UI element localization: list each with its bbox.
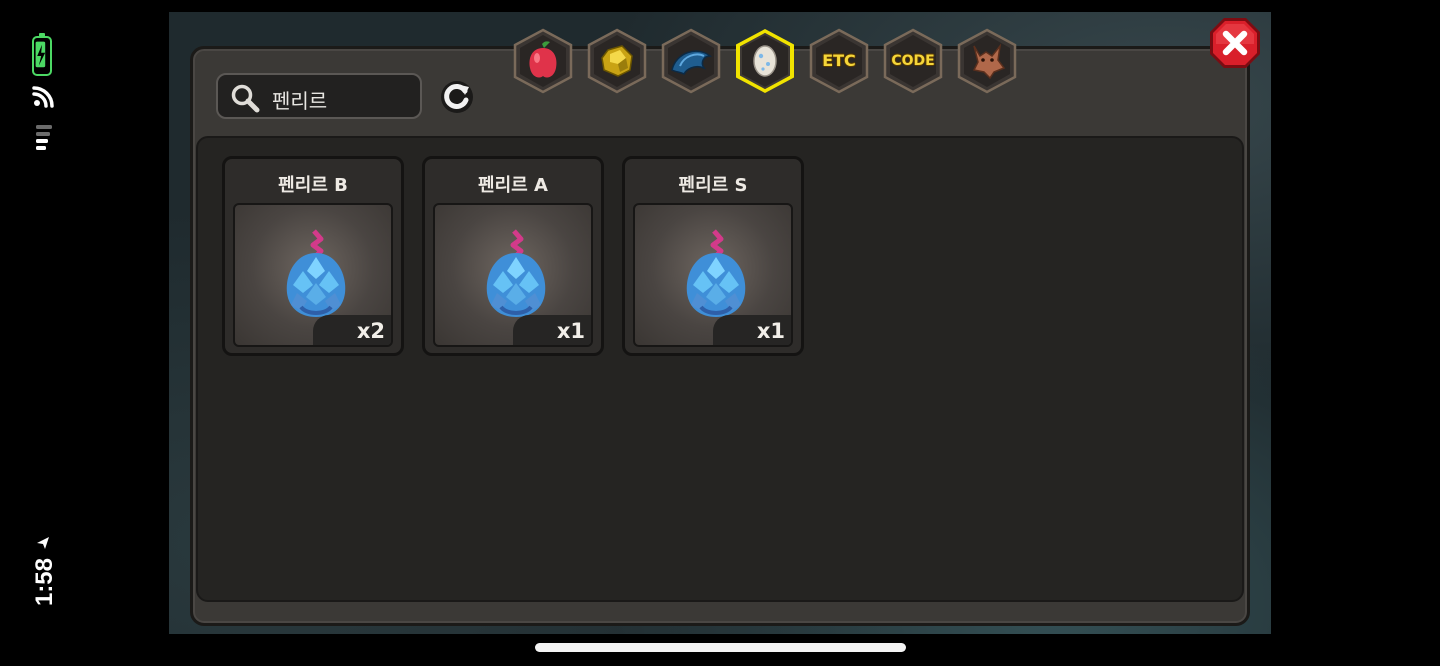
cellular-signal-icon	[36, 125, 52, 150]
tab-egg[interactable]	[732, 28, 798, 94]
tab-etc[interactable]: ETC	[806, 28, 872, 94]
item-image: x1	[633, 203, 793, 347]
item-card[interactable]: 펜리르 B x2	[222, 156, 404, 356]
refresh-icon[interactable]	[438, 78, 476, 116]
fenrir-egg-icon	[486, 229, 546, 317]
item-name: 펜리르 S	[678, 175, 748, 196]
item-card[interactable]: 펜리르 S x1	[622, 156, 804, 356]
fenrir-egg-icon	[686, 229, 746, 317]
wifi-icon	[32, 86, 54, 108]
item-image: x1	[433, 203, 593, 347]
search-input[interactable]: 펜리르	[216, 73, 422, 119]
tab-etc-label: ETC	[822, 51, 856, 70]
tab-code-label: CODE	[891, 53, 935, 69]
item-quantity: x1	[713, 315, 791, 345]
egg-icon	[753, 45, 777, 77]
search-value: 펜리르	[272, 89, 328, 113]
tab-ore[interactable]	[584, 28, 650, 94]
tab-wolf[interactable]	[954, 28, 1020, 94]
item-name: 펜리르 A	[478, 175, 548, 196]
search-icon	[231, 84, 260, 113]
tab-scale[interactable]	[658, 28, 724, 94]
item-name: 펜리르 B	[278, 175, 348, 196]
close-icon[interactable]	[1208, 16, 1262, 70]
item-quantity: x2	[313, 315, 391, 345]
dragon-scale-icon	[671, 50, 712, 76]
item-quantity: x1	[513, 315, 591, 345]
gold-ore-icon	[601, 45, 633, 77]
category-tabs: ETC CODE	[508, 22, 1028, 94]
item-image: x2	[233, 203, 393, 347]
wolf-head-icon	[972, 43, 1006, 80]
location-arrow-icon	[37, 537, 49, 549]
fruit-icon	[529, 41, 557, 78]
tab-fruit[interactable]	[510, 28, 576, 94]
battery-icon	[32, 33, 52, 76]
status-time: 1:58	[31, 557, 58, 607]
status-bar: 1:58	[26, 30, 60, 630]
home-indicator[interactable]	[535, 643, 906, 652]
fenrir-egg-icon	[286, 229, 346, 317]
tab-code[interactable]: CODE	[880, 28, 946, 94]
item-card[interactable]: 펜리르 A x1	[422, 156, 604, 356]
